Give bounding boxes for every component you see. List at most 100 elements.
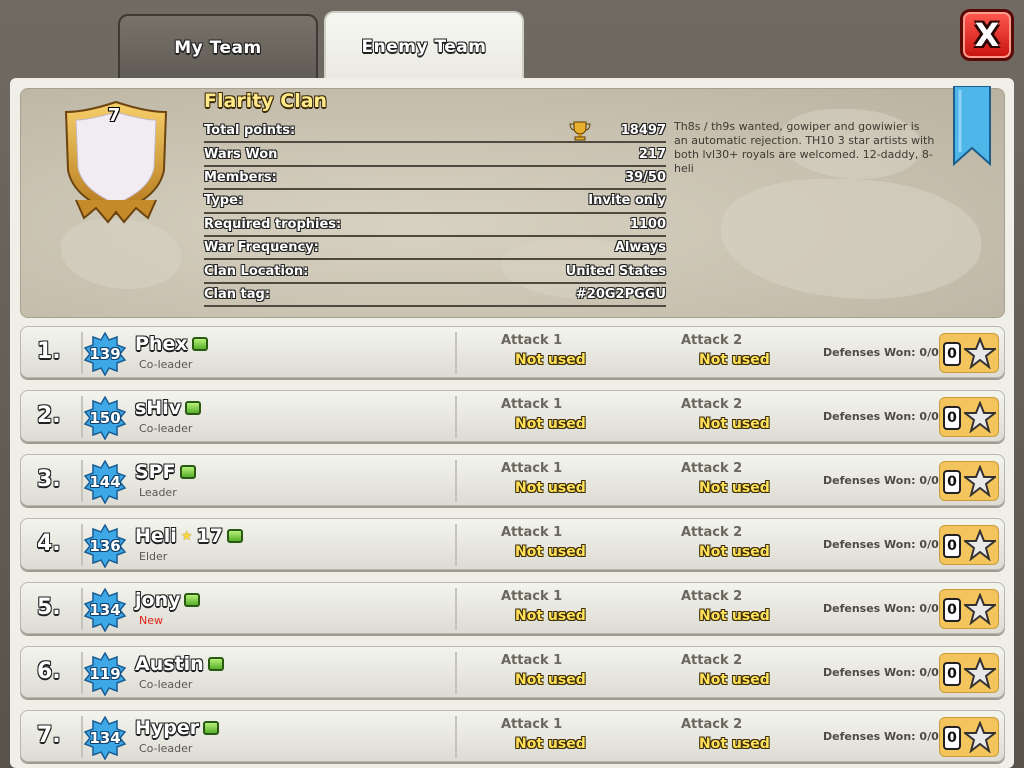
donation-icon	[226, 529, 243, 543]
empty-star-icon	[964, 465, 996, 497]
member-name-text: jony	[135, 589, 181, 611]
stars-count: 0	[943, 342, 961, 366]
member-name[interactable]: Hyper	[135, 717, 220, 739]
attack2-status[interactable]: Not used	[699, 544, 770, 560]
donation-icon	[179, 465, 196, 479]
attack2-label: Attack 2	[681, 717, 743, 732]
member-name[interactable]: Phex	[135, 333, 208, 355]
trophy-icon	[569, 121, 591, 141]
xp-level: 119	[89, 665, 121, 683]
clan-description: Th8s / th9s wanted, gowiper and gowiwier…	[674, 120, 935, 175]
member-name[interactable]: sHiv	[135, 397, 202, 419]
attack1-status[interactable]: Not used	[515, 416, 586, 432]
war-stars-box[interactable]: 0	[939, 653, 999, 693]
defenses-won: Defenses Won: 0/0	[823, 346, 939, 359]
attack1-status[interactable]: Not used	[515, 352, 586, 368]
clan-level-badge: 7	[107, 104, 121, 126]
divider	[455, 716, 457, 758]
attack2-status[interactable]: Not used	[699, 608, 770, 624]
stat-label: Required trophies:	[204, 216, 342, 232]
xp-level: 134	[89, 601, 121, 619]
member-role: Co-leader	[139, 422, 193, 435]
empty-star-icon	[964, 721, 996, 753]
stat-value: #20G2PGGU	[575, 286, 666, 302]
stars-count: 0	[943, 534, 961, 558]
member-name-text: Phex	[135, 333, 188, 355]
member-row[interactable]: 5. 134 jony New Attack 1 Not used Attack 2 Not …	[20, 582, 1005, 634]
war-stars-box[interactable]: 0	[939, 333, 999, 373]
member-rank: 4.	[37, 531, 61, 556]
stat-label: Clan tag:	[204, 286, 271, 302]
attack1-status[interactable]: Not used	[515, 544, 586, 560]
member-name[interactable]: jony	[135, 589, 201, 611]
small-star-icon: ★	[180, 528, 193, 544]
xp-level: 136	[89, 537, 121, 555]
attack2-status[interactable]: Not used	[699, 352, 770, 368]
war-stars-box[interactable]: 0	[939, 589, 999, 629]
member-row[interactable]: 3. 144 SPF Leader Attack 1 Not used Attack 2 No…	[20, 454, 1005, 506]
war-stars-box[interactable]: 0	[939, 717, 999, 757]
map-landmass	[721, 179, 981, 299]
member-rank: 2.	[37, 403, 61, 428]
member-row[interactable]: 2. 150 sHiv Co-leader Attack 1 Not used Attack…	[20, 390, 1005, 442]
defenses-won: Defenses Won: 0/0	[823, 474, 939, 487]
tab-enemy-team[interactable]: Enemy Team	[324, 11, 524, 81]
attack2-label: Attack 2	[681, 397, 743, 412]
member-name[interactable]: Heli ★ 17	[135, 525, 243, 547]
member-row[interactable]: 6. 119 Austin Co-leader Attack 1 Not used Atta…	[20, 646, 1005, 698]
divider	[455, 460, 457, 502]
stat-row: Type: Invite only	[204, 190, 666, 214]
attack1-status[interactable]: Not used	[515, 736, 586, 752]
stat-value: Invite only	[588, 193, 666, 209]
stat-value: Always	[614, 240, 666, 256]
attack2-label: Attack 2	[681, 333, 743, 348]
stat-value: United States	[565, 263, 666, 279]
xp-level: 144	[89, 473, 121, 491]
close-icon: X	[974, 16, 1000, 54]
member-name[interactable]: Austin	[135, 653, 224, 675]
stat-label: Total points:	[204, 123, 296, 139]
bookmark-ribbon-icon[interactable]	[952, 86, 992, 166]
stat-value: 1100	[629, 216, 666, 232]
empty-star-icon	[964, 593, 996, 625]
empty-star-icon	[964, 529, 996, 561]
defenses-won: Defenses Won: 0/0	[823, 730, 939, 743]
attack2-status[interactable]: Not used	[699, 736, 770, 752]
member-role: Elder	[139, 550, 168, 563]
attack1-status[interactable]: Not used	[515, 480, 586, 496]
divider	[455, 588, 457, 630]
stat-label: Clan Location:	[204, 263, 309, 279]
stat-row: Total points: 18497	[204, 120, 666, 144]
stars-count: 0	[943, 662, 961, 686]
attack2-status[interactable]: Not used	[699, 416, 770, 432]
member-name[interactable]: SPF	[135, 461, 196, 483]
stat-value: 18497	[620, 123, 666, 139]
stars-count: 0	[943, 726, 961, 750]
war-stars-box[interactable]: 0	[939, 397, 999, 437]
attack1-status[interactable]: Not used	[515, 672, 586, 688]
tab-my-team[interactable]: My Team	[118, 14, 318, 80]
war-stars-box[interactable]: 0	[939, 461, 999, 501]
empty-star-icon	[964, 337, 996, 369]
stat-value: 217	[638, 146, 666, 162]
attack1-status[interactable]: Not used	[515, 608, 586, 624]
member-name-text: SPF	[135, 461, 176, 483]
attack2-status[interactable]: Not used	[699, 672, 770, 688]
defenses-won: Defenses Won: 0/0	[823, 410, 939, 423]
close-button[interactable]: X	[960, 9, 1014, 61]
stat-label: War Frequency:	[204, 240, 319, 256]
member-row[interactable]: 4. 136 Heli ★ 17 Elder Attack 1 Not used Attack …	[20, 518, 1005, 570]
stat-label: Wars Won	[204, 146, 278, 162]
empty-star-icon	[964, 401, 996, 433]
stat-row: Members: 39/50	[204, 167, 666, 191]
stat-label: Type:	[204, 193, 244, 209]
attack2-label: Attack 2	[681, 653, 743, 668]
divider	[455, 652, 457, 694]
member-row[interactable]: 1. 139 Phex Co-leader Attack 1 Not used Attack…	[20, 326, 1005, 378]
attack2-label: Attack 2	[681, 461, 743, 476]
attack2-status[interactable]: Not used	[699, 480, 770, 496]
member-name-text: Austin	[135, 653, 204, 675]
war-stars-box[interactable]: 0	[939, 525, 999, 565]
member-rank: 7.	[37, 723, 61, 748]
member-row[interactable]: 7. 134 Hyper Co-leader Attack 1 Not used Attac…	[20, 710, 1005, 762]
